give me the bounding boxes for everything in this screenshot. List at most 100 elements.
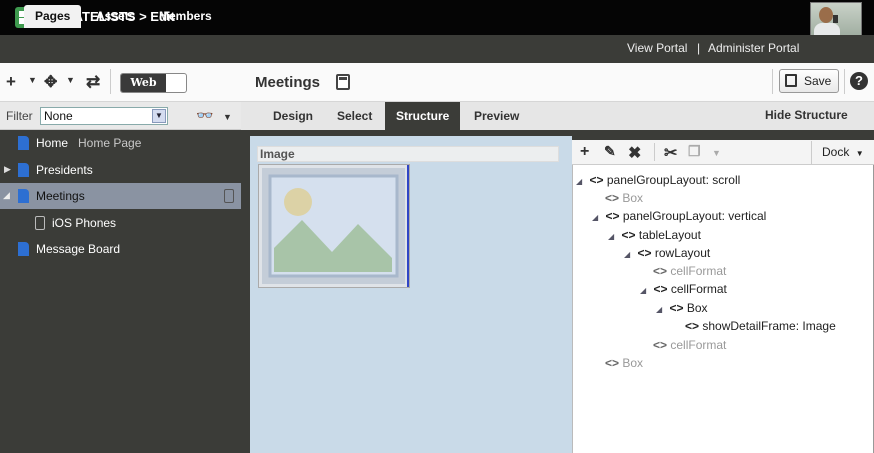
node-label: Box	[686, 301, 708, 315]
web-toggle[interactable]: Web	[120, 73, 187, 93]
tab-preview[interactable]: Preview	[463, 102, 530, 130]
collapse-icon[interactable]: ◢	[640, 286, 646, 295]
dock-button[interactable]: Dock ▼	[811, 141, 871, 164]
component-icon: <>	[653, 338, 668, 352]
page-title: Meetings	[255, 74, 321, 91]
add-icon[interactable]: +	[6, 72, 16, 92]
help-icon[interactable]: ?	[850, 72, 868, 90]
tree-item-label: Meetings	[36, 189, 85, 203]
page-icon	[18, 189, 29, 203]
chevron-down-icon: ▼	[855, 149, 864, 158]
tree-item-presidents[interactable]: ▶ Presidents	[0, 157, 241, 183]
tree-node[interactable]: ◢ <> rowLayout	[624, 246, 710, 264]
image-component-header[interactable]: Image	[257, 146, 559, 162]
tree-node[interactable]: ◢ <> Box	[656, 301, 708, 319]
component-icon: <>	[637, 246, 652, 260]
collapse-icon[interactable]: ◢	[592, 213, 598, 222]
tree-item-label: Home	[36, 136, 69, 150]
tab-design[interactable]: Design	[262, 102, 324, 130]
link-separator: |	[697, 41, 701, 55]
tree-node[interactable]: ◢ <> tableLayout	[608, 228, 701, 246]
tree-node[interactable]: ◢ <> panelGroupLayout: vertical	[592, 209, 766, 227]
tab-members[interactable]: Members	[148, 5, 223, 28]
collapse-icon[interactable]: ◢	[576, 177, 582, 186]
save-icon	[785, 74, 797, 87]
toolbar-divider	[772, 69, 773, 94]
view-options-dropdown-icon[interactable]: ▼	[223, 112, 232, 122]
tree-item-home[interactable]: Home Home Page	[0, 130, 241, 156]
tree-item-label: Presidents	[36, 163, 93, 177]
save-button[interactable]: Save	[779, 69, 839, 93]
paste-icon: ❐	[688, 143, 701, 159]
toolbar-divider	[110, 69, 111, 94]
filter-value: None	[44, 109, 73, 123]
collapse-icon[interactable]: ◢	[608, 232, 614, 241]
selection-edge	[407, 165, 409, 287]
tree-node[interactable]: <> cellFormat	[653, 264, 726, 282]
component-icon: <>	[605, 209, 620, 223]
tree-item-label: Message Board	[36, 242, 121, 256]
expand-icon[interactable]: ▶	[4, 164, 11, 175]
page-properties-icon[interactable]	[336, 74, 350, 90]
component-icon: <>	[605, 356, 620, 370]
web-toggle-label: Web	[121, 74, 166, 92]
tree-node[interactable]: <> Box	[605, 356, 643, 374]
tab-assets[interactable]: Assets	[85, 5, 146, 28]
node-label: tableLayout	[638, 228, 701, 242]
node-label: panelGroupLayout: scroll	[606, 173, 741, 187]
tree-item-message-board[interactable]: Message Board	[0, 236, 241, 262]
tab-structure[interactable]: Structure	[385, 102, 461, 130]
tree-item-meetings[interactable]: ◢ Meetings	[0, 183, 241, 209]
node-label: Box	[622, 191, 644, 205]
delete-icon[interactable]: ✖	[628, 143, 641, 163]
component-icon: <>	[605, 191, 620, 205]
component-icon: <>	[621, 228, 636, 242]
node-label: cellFormat	[670, 282, 727, 296]
administer-portal-link[interactable]: Administer Portal	[708, 41, 799, 55]
add-dropdown-icon[interactable]: ▼	[28, 75, 37, 85]
tree-node[interactable]: <> cellFormat	[653, 338, 726, 356]
image-placeholder-icon	[262, 168, 405, 284]
tree-node[interactable]: ◢ <> panelGroupLayout: scroll	[576, 173, 740, 191]
chevron-down-icon[interactable]: ▼	[152, 109, 166, 123]
tree-node[interactable]: <> showDetailFrame: Image	[685, 319, 836, 337]
collapse-icon[interactable]: ◢	[656, 305, 662, 314]
view-options-icon[interactable]: 👓	[196, 107, 213, 124]
component-icon: <>	[653, 264, 668, 278]
device-icon[interactable]	[224, 189, 234, 203]
component-icon: <>	[685, 319, 700, 333]
collapse-icon[interactable]: ◢	[624, 250, 630, 259]
tree-node[interactable]: ◢ <> cellFormat	[640, 282, 727, 300]
save-label: Save	[804, 74, 832, 88]
move-icon[interactable]: ✥	[44, 72, 57, 92]
collapse-icon[interactable]: ◢	[3, 190, 10, 201]
node-label: cellFormat	[670, 264, 727, 278]
node-label: cellFormat	[670, 338, 727, 352]
move-dropdown-icon[interactable]: ▼	[66, 75, 75, 85]
component-icon: <>	[669, 301, 684, 315]
tab-pages[interactable]: Pages	[24, 5, 82, 28]
refresh-icon[interactable]: ⇄	[86, 72, 100, 92]
page-icon	[18, 242, 29, 256]
tree-node[interactable]: <> Box	[605, 191, 643, 209]
edit-icon[interactable]: ✎	[604, 143, 616, 160]
filter-select[interactable]: None ▼	[40, 107, 168, 125]
toolbar-divider	[654, 143, 655, 161]
paste-dropdown-icon: ▼	[712, 148, 721, 158]
add-icon[interactable]: +	[580, 143, 589, 161]
tab-select[interactable]: Select	[326, 102, 383, 130]
view-portal-link[interactable]: View Portal	[627, 41, 687, 55]
cut-icon[interactable]: ✂	[664, 143, 677, 163]
tree-item-ios-phones[interactable]: iOS Phones	[0, 210, 241, 236]
tree-item-sublabel: Home Page	[78, 136, 142, 150]
node-label: showDetailFrame: Image	[702, 319, 836, 333]
toolbar-divider	[844, 69, 845, 94]
phone-icon	[35, 216, 45, 230]
page-icon	[18, 163, 29, 177]
node-label: panelGroupLayout: vertical	[622, 209, 767, 223]
component-icon: <>	[589, 173, 604, 187]
hide-structure-link[interactable]: Hide Structure	[765, 108, 848, 122]
structure-tree: ◢ <> panelGroupLayout: scroll <> Box ◢ <…	[572, 165, 874, 453]
page-icon	[18, 136, 29, 150]
tree-item-label: iOS Phones	[52, 216, 117, 230]
